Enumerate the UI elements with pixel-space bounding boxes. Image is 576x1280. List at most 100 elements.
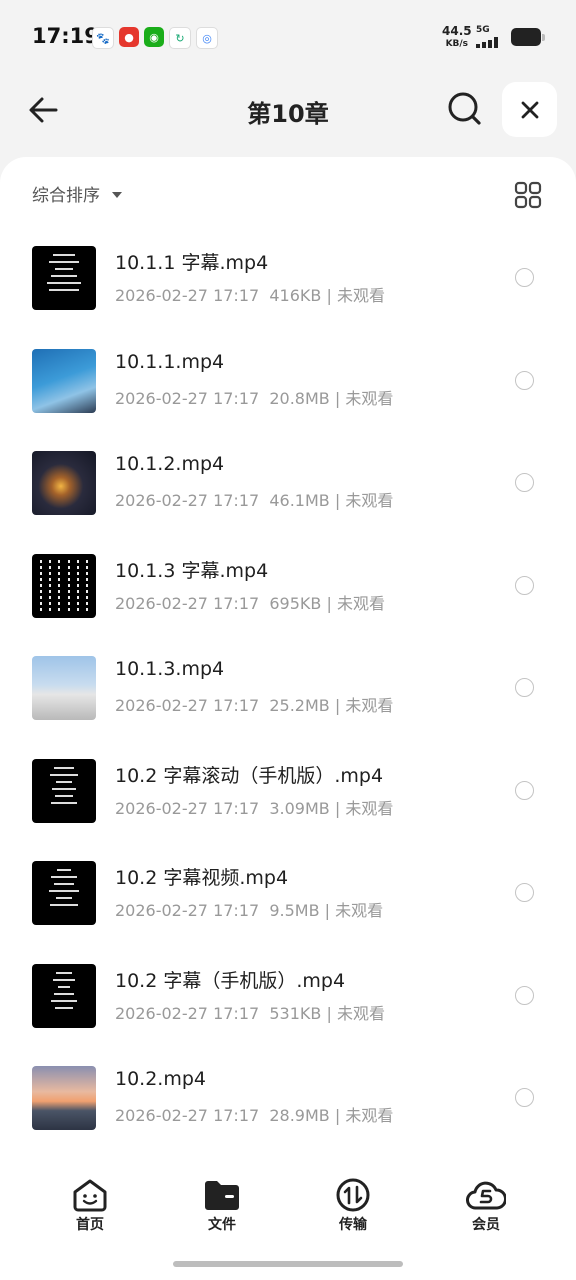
file-name: 10.1.1 字幕.mp4	[115, 252, 269, 274]
net-speed-unit: KB/s	[445, 39, 469, 49]
home-indicator[interactable]	[173, 1261, 403, 1267]
page-title: 第10章	[247, 100, 329, 128]
transfer-icon	[336, 1178, 370, 1212]
file-meta: 2026-02-27 17:17 20.8MB | 未观看	[115, 388, 394, 408]
watch-status: 未观看	[336, 286, 385, 305]
signal-icon: 5G	[476, 26, 506, 48]
file-item[interactable]: 10.2 字幕视频.mp4 2026-02-27 17:17 9.5MB | 未…	[0, 846, 576, 949]
file-list: 10.1.1 字幕.mp4 2026-02-27 17:17 416KB | 未…	[0, 231, 576, 1154]
file-size: 3.09MB	[269, 798, 330, 818]
video-thumbnail	[32, 861, 96, 925]
file-item[interactable]: 10.1.1 字幕.mp4 2026-02-27 17:17 416KB | 未…	[0, 231, 576, 334]
grid-view-button[interactable]	[514, 181, 542, 209]
baidu-paw-icon: 🐾	[92, 27, 114, 49]
select-radio[interactable]	[515, 268, 534, 287]
close-button[interactable]	[502, 82, 557, 137]
file-item[interactable]: 10.2 字幕（手机版）.mp4 2026-02-27 17:17 531KB …	[0, 949, 576, 1052]
watch-status: 未观看	[345, 696, 394, 715]
nav-label: 会员	[472, 1217, 500, 1233]
file-item[interactable]: 10.1.3 字幕.mp4 2026-02-27 17:17 695KB | 未…	[0, 539, 576, 642]
caret-down-icon	[112, 191, 122, 198]
file-item[interactable]: 10.2.mp4 2026-02-27 17:17 28.9MB | 未观看	[0, 1051, 576, 1154]
status-time: 17:19	[32, 24, 99, 48]
file-date: 2026-02-27 17:17	[115, 1003, 260, 1023]
file-date: 2026-02-27 17:17	[115, 286, 260, 305]
file-name: 10.2 字幕视频.mp4	[115, 867, 289, 889]
file-size: 416KB	[269, 286, 322, 305]
file-name: 10.1.1.mp4	[115, 350, 225, 373]
video-thumbnail	[32, 246, 96, 310]
nav-transfer[interactable]: 传输	[313, 1178, 393, 1234]
sort-dropdown[interactable]: 综合排序	[32, 181, 122, 206]
file-meta: 2026-02-27 17:17 9.5MB | 未观看	[115, 901, 384, 920]
net-speed-value: 44.5	[442, 24, 472, 38]
watch-status: 未观看	[345, 491, 394, 510]
watch-status: 未观看	[336, 593, 385, 613]
watch-status: 未观看	[345, 388, 394, 408]
nav-vip[interactable]: 会员	[446, 1178, 526, 1234]
wechat-icon: ◉	[144, 27, 164, 47]
file-date: 2026-02-27 17:17	[115, 388, 260, 408]
file-panel: 综合排序 10.1.1 字幕.mp4 2026-02-27 17:17 416K…	[0, 157, 576, 1280]
close-icon	[521, 101, 538, 118]
select-radio[interactable]	[515, 1088, 534, 1107]
search-button[interactable]	[444, 88, 486, 130]
select-radio[interactable]	[515, 780, 534, 800]
battery-icon	[511, 28, 545, 46]
nav-files[interactable]: 文件	[182, 1178, 262, 1234]
select-radio[interactable]	[515, 575, 534, 595]
select-radio[interactable]	[515, 985, 534, 1005]
video-thumbnail	[32, 451, 96, 515]
watch-status: 未观看	[336, 1003, 385, 1023]
nav-home[interactable]: 首页	[50, 1178, 130, 1234]
header: 第10章	[0, 80, 576, 140]
video-thumbnail	[32, 963, 96, 1028]
green-swirl-icon: ↻	[169, 27, 191, 49]
file-date: 2026-02-27 17:17	[115, 1106, 260, 1125]
file-name: 10.1.3.mp4	[115, 658, 225, 680]
video-thumbnail	[32, 1066, 96, 1130]
file-meta: 2026-02-27 17:17 46.1MB | 未观看	[115, 491, 394, 510]
file-date: 2026-02-27 17:17	[115, 798, 260, 818]
file-meta: 2026-02-27 17:17 416KB | 未观看	[115, 286, 385, 305]
file-date: 2026-02-27 17:17	[115, 491, 260, 510]
file-meta: 2026-02-27 17:17 695KB | 未观看	[115, 593, 385, 613]
file-meta: 2026-02-27 17:17 531KB | 未观看	[115, 1003, 385, 1023]
file-name: 10.2.mp4	[115, 1068, 207, 1090]
file-item[interactable]: 10.1.1.mp4 2026-02-27 17:17 20.8MB | 未观看	[0, 334, 576, 437]
grid-icon	[514, 181, 542, 209]
select-radio[interactable]	[515, 678, 534, 697]
file-size: 9.5MB	[269, 901, 320, 920]
select-radio[interactable]	[515, 473, 534, 492]
file-item[interactable]: 10.1.3.mp4 2026-02-27 17:17 25.2MB | 未观看	[0, 641, 576, 744]
file-meta: 2026-02-27 17:17 28.9MB | 未观看	[115, 1106, 394, 1125]
video-thumbnail	[32, 758, 96, 823]
nav-label: 文件	[208, 1217, 236, 1233]
file-name: 10.1.3 字幕.mp4	[115, 559, 269, 582]
file-size: 531KB	[269, 1003, 322, 1023]
file-date: 2026-02-27 17:17	[115, 593, 260, 613]
file-size: 20.8MB	[269, 388, 330, 408]
file-name: 10.2 字幕（手机版）.mp4	[115, 969, 346, 992]
video-thumbnail	[32, 553, 96, 618]
file-meta: 2026-02-27 17:17 25.2MB | 未观看	[115, 696, 394, 715]
select-radio[interactable]	[515, 370, 534, 390]
video-thumbnail	[32, 348, 96, 413]
select-radio[interactable]	[515, 883, 534, 902]
file-name: 10.1.2.mp4	[115, 453, 225, 475]
net-speed: 44.5 KB/s	[442, 24, 472, 50]
watch-status: 未观看	[345, 798, 394, 818]
watch-status: 未观看	[345, 1106, 394, 1125]
status-app-icons: 🐾 ● ◉ ↻ ◎	[92, 27, 218, 49]
file-item[interactable]: 10.1.2.mp4 2026-02-27 17:17 46.1MB | 未观看	[0, 436, 576, 539]
file-item[interactable]: 10.2 字幕滚动（手机版）.mp4 2026-02-27 17:17 3.09…	[0, 744, 576, 847]
nav-label: 首页	[76, 1217, 104, 1233]
file-size: 695KB	[269, 593, 322, 613]
search-icon	[448, 92, 481, 125]
status-bar: 17:19 🐾 ● ◉ ↻ ◎ 44.5 KB/s 5G	[0, 0, 576, 76]
file-date: 2026-02-27 17:17	[115, 901, 260, 920]
baidu-netdisk-icon: ◎	[196, 27, 218, 49]
bottom-nav: 首页 文件 传输 会员	[0, 1170, 576, 1240]
nav-label: 传输	[339, 1217, 367, 1233]
file-size: 46.1MB	[269, 491, 330, 510]
